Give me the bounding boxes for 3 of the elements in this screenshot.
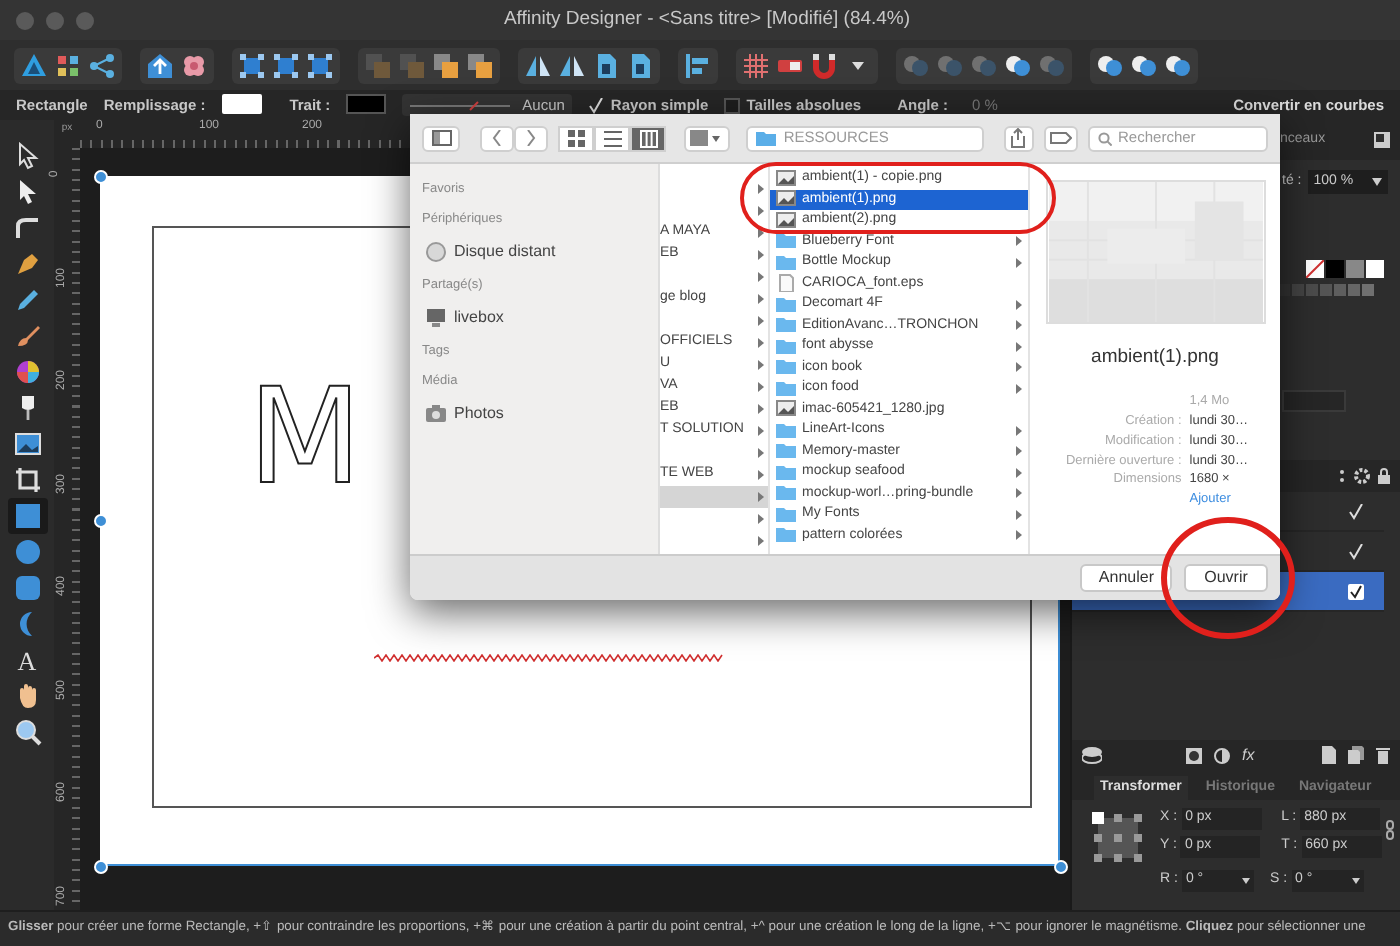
canvas-text: M: [248, 372, 370, 504]
file-name: ambient(1).png: [1091, 344, 1219, 372]
window-title: Affinity Designer - <Sans titre> [Modifié] (84.4%): [501, 5, 913, 34]
